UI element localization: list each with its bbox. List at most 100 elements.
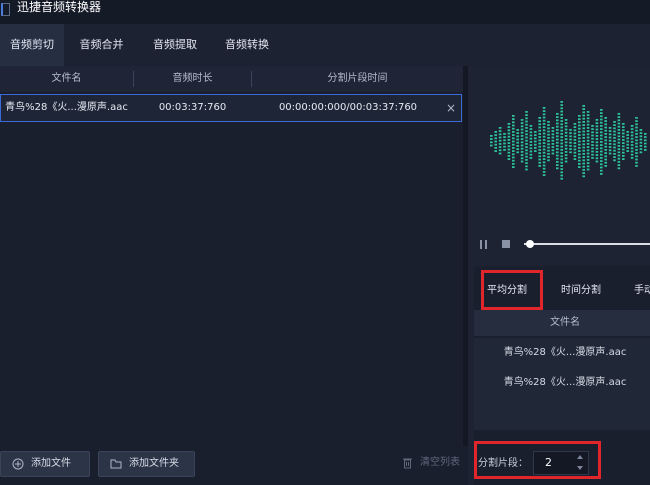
waveform-dot bbox=[560, 158, 563, 161]
waveform-dot bbox=[578, 159, 581, 162]
waveform-dot bbox=[525, 155, 528, 158]
waveform-dot bbox=[586, 136, 590, 139]
waveform-dot bbox=[595, 131, 599, 134]
waveform-dot bbox=[586, 114, 590, 116]
waveform-dot bbox=[525, 117, 528, 120]
waveform-dot bbox=[617, 113, 621, 115]
playback-progress-bar[interactable] bbox=[524, 243, 650, 245]
waveform-dot bbox=[556, 138, 559, 141]
waveform-dot bbox=[564, 144, 568, 147]
waveform-dot bbox=[560, 177, 563, 180]
tab-audio-cut[interactable]: 音频剪切 bbox=[0, 24, 64, 66]
waveform-dot bbox=[639, 141, 643, 144]
waveform-dot bbox=[551, 127, 555, 129]
waveform-dot bbox=[578, 143, 581, 146]
waveform-dot bbox=[578, 124, 581, 127]
waveform-dot bbox=[538, 136, 541, 138]
waveform-dot bbox=[556, 129, 559, 131]
waveform-dot bbox=[613, 156, 616, 158]
waveform-dot bbox=[542, 155, 546, 157]
waveform-dot bbox=[520, 141, 524, 144]
waveform-dot bbox=[520, 160, 524, 163]
waveform-dot bbox=[644, 149, 647, 151]
waveform-dot bbox=[608, 146, 612, 148]
waveform-dot bbox=[635, 145, 638, 148]
waveform-dot bbox=[595, 151, 599, 153]
waveform-dot bbox=[507, 158, 511, 160]
waveform-dot bbox=[507, 145, 511, 148]
list-item[interactable]: 青鸟%28《火...漫原声.aac bbox=[474, 369, 650, 397]
add-folder-label: 添加文件夹 bbox=[129, 458, 179, 469]
playback-progress-handle[interactable] bbox=[526, 240, 534, 248]
waveform-dot bbox=[617, 119, 621, 122]
waveform-dot bbox=[626, 140, 629, 143]
waveform-dot bbox=[644, 142, 647, 145]
waveform-dot bbox=[591, 131, 594, 134]
waveform-dot bbox=[556, 151, 559, 154]
waveform-dot bbox=[529, 144, 533, 146]
waveform-dot bbox=[617, 151, 621, 154]
waveform-dot bbox=[630, 125, 634, 127]
waveform-dot bbox=[578, 115, 581, 117]
waveform-dot bbox=[595, 141, 599, 144]
waveform-dot bbox=[591, 128, 594, 130]
waveform-dot bbox=[534, 131, 537, 133]
waveform-dot bbox=[520, 131, 524, 134]
waveform-dot bbox=[498, 152, 502, 155]
waveform-dot bbox=[626, 131, 629, 133]
waveform-dot bbox=[595, 125, 599, 128]
waveform-dot bbox=[613, 153, 616, 155]
waveform-dot bbox=[600, 109, 603, 111]
waveform-dot bbox=[600, 166, 603, 169]
waveform-dot bbox=[617, 125, 621, 128]
split-tab-manual[interactable]: 手动分割 bbox=[634, 272, 650, 310]
column-header-file-name: 文件名 bbox=[51, 73, 82, 84]
waveform-dot bbox=[564, 128, 568, 131]
waveform-dot bbox=[582, 143, 585, 146]
waveform-dot bbox=[595, 157, 599, 160]
waveform-dot bbox=[604, 142, 607, 145]
waveform-dot bbox=[560, 171, 563, 174]
add-folder-button[interactable]: 添加文件夹 bbox=[98, 451, 195, 477]
waveform-dot bbox=[573, 139, 577, 141]
waveform-dot bbox=[494, 137, 497, 140]
waveform-dot bbox=[644, 133, 647, 135]
waveform-dot bbox=[538, 120, 541, 122]
waveform-dot bbox=[551, 133, 555, 136]
waveform-dot bbox=[630, 144, 634, 146]
waveform-dot bbox=[551, 146, 555, 148]
waveform-dot bbox=[591, 134, 594, 137]
waveform-dot bbox=[622, 135, 625, 138]
waveform-dot bbox=[622, 132, 625, 135]
close-icon[interactable]: × bbox=[444, 95, 458, 121]
list-item[interactable]: 青鸟%28《火...漫原声.aac bbox=[474, 339, 650, 367]
tab-audio-convert[interactable]: 音频转换 bbox=[211, 24, 283, 66]
waveform-dot bbox=[538, 158, 541, 161]
waveform-dot bbox=[556, 132, 559, 134]
waveform-dot bbox=[613, 133, 616, 136]
pause-icon[interactable] bbox=[480, 240, 488, 249]
add-file-button[interactable]: 添加文件 bbox=[0, 451, 90, 477]
waveform-dot bbox=[560, 113, 563, 116]
stop-icon[interactable] bbox=[502, 240, 510, 248]
waveform-dot bbox=[525, 111, 528, 113]
waveform-dot bbox=[604, 123, 607, 126]
waveform-dot bbox=[564, 154, 568, 156]
waveform-dot bbox=[529, 150, 533, 153]
waveform-dot bbox=[494, 147, 497, 149]
tab-audio-extract[interactable]: 音频提取 bbox=[139, 24, 211, 66]
split-tab-time[interactable]: 时间分割 bbox=[561, 272, 601, 310]
waveform-dot bbox=[644, 145, 647, 148]
waveform-dot bbox=[490, 135, 493, 137]
waveform-dot bbox=[586, 143, 590, 145]
waveform-dot bbox=[529, 157, 533, 159]
waveform-dot bbox=[644, 136, 647, 138]
waveform-dot bbox=[542, 145, 546, 148]
waveform-dot bbox=[538, 142, 541, 145]
waveform-dot bbox=[542, 167, 546, 170]
waveform-dot bbox=[617, 161, 621, 163]
waveform-dot bbox=[604, 126, 607, 129]
waveform-dot bbox=[582, 146, 585, 149]
tab-audio-merge[interactable]: 音频合并 bbox=[64, 24, 139, 66]
waveform-dot bbox=[516, 132, 519, 134]
